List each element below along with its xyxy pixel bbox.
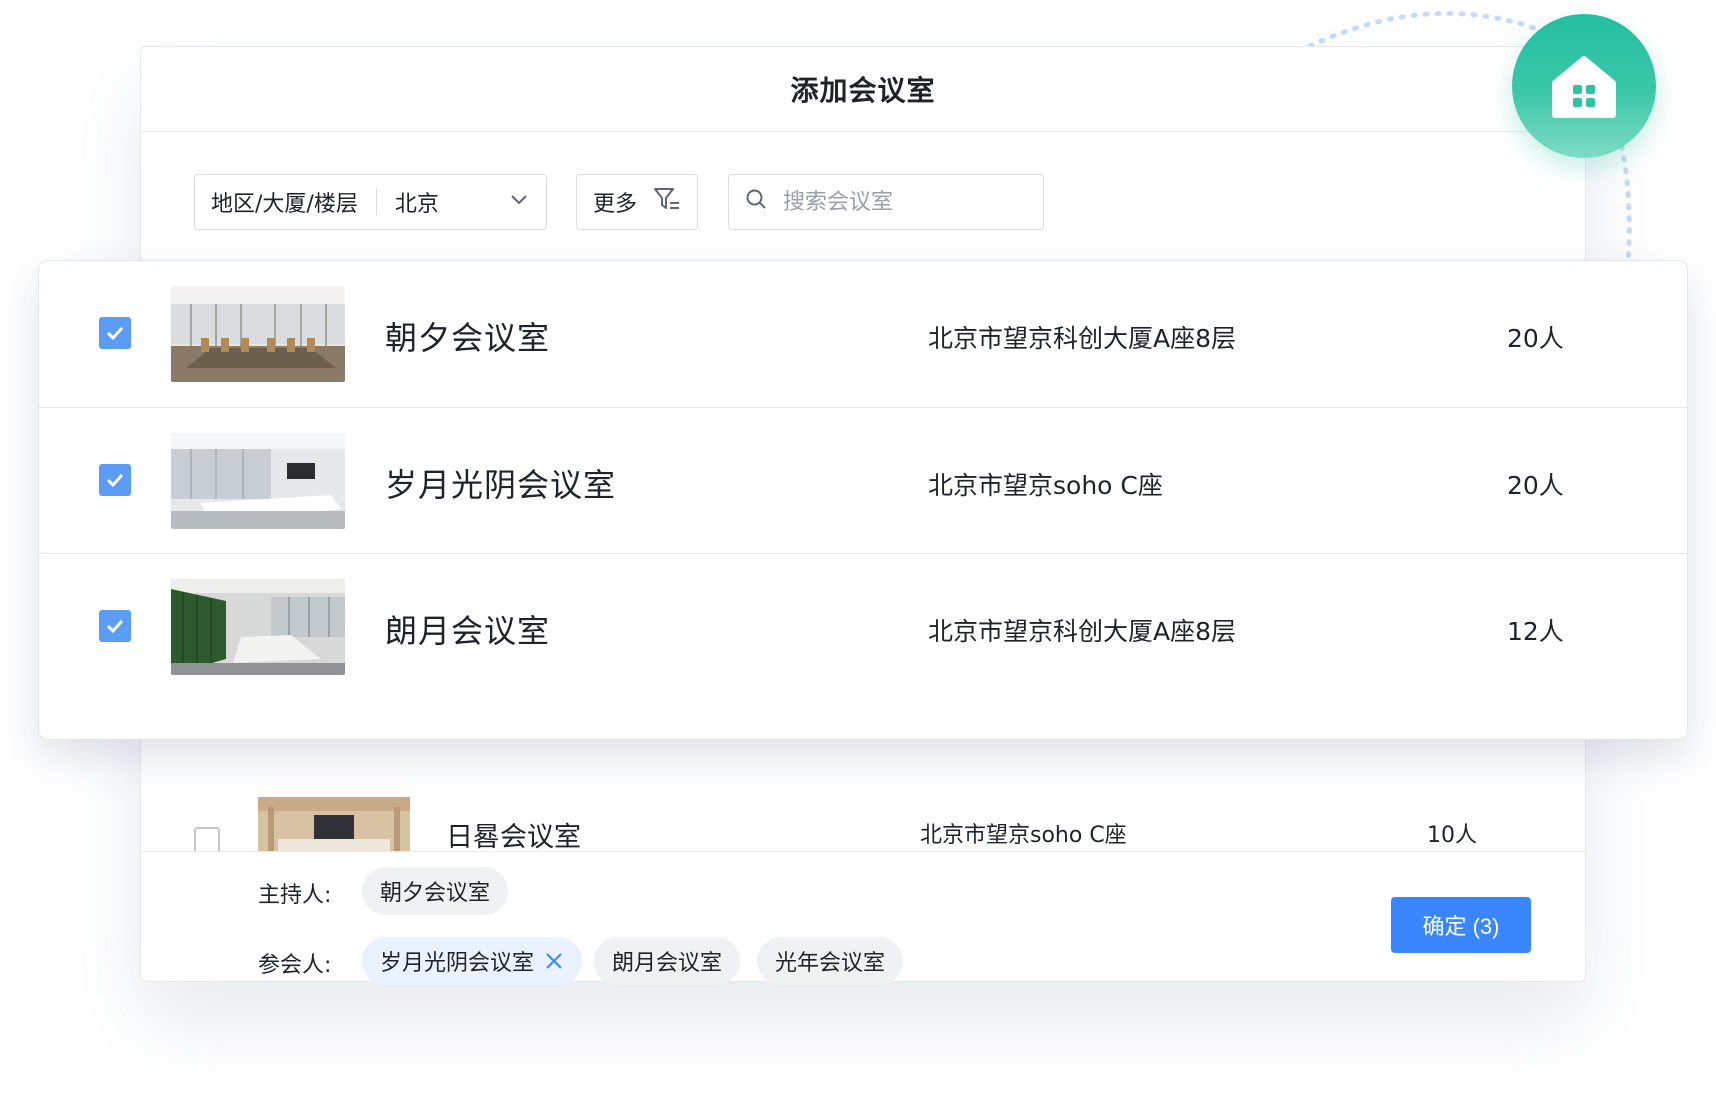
region-select-label: 地区/大厦/楼层: [211, 192, 358, 217]
region-select-value: 北京: [394, 192, 439, 217]
room-capacity: 20人: [1507, 471, 1564, 500]
room-checkbox[interactable]: [194, 827, 220, 851]
region-select[interactable]: 地区/大厦/楼层 北京: [194, 174, 547, 230]
home-icon: [1552, 56, 1616, 118]
host-chip[interactable]: 朝夕会议室: [362, 867, 509, 915]
more-filter-button[interactable]: 更多: [576, 174, 698, 230]
dialog-title: 添加会议室: [790, 74, 936, 107]
room-thumbnail: [258, 797, 410, 851]
attendee-chip[interactable]: 光年会议室: [757, 937, 904, 985]
list-item[interactable]: 朗月会议室 北京市望京科创大厦A座8层 12人: [39, 553, 1687, 700]
list-item[interactable]: 日晷会议室 北京市望京soho C座 10人: [141, 747, 1585, 852]
region-separator: [375, 189, 377, 215]
room-capacity: 12人: [1507, 617, 1564, 646]
attendee-chip[interactable]: 朗月会议室: [594, 937, 741, 985]
host-label: 主持人:: [258, 883, 332, 908]
room-name: 朝夕会议室: [385, 319, 551, 357]
room-name: 岁月光阴会议室: [385, 466, 617, 504]
close-icon[interactable]: [544, 951, 564, 971]
room-address: 北京市望京soho C座: [920, 823, 1127, 848]
room-address: 北京市望京soho C座: [928, 471, 1163, 500]
chevron-down-icon: [508, 188, 530, 216]
room-thumbnail: [171, 433, 345, 529]
room-capacity: 20人: [1507, 324, 1564, 353]
room-thumbnail: [171, 286, 345, 382]
check-icon: [106, 619, 124, 634]
list-item[interactable]: 朝夕会议室 北京市望京科创大厦A座8层 20人: [39, 261, 1687, 407]
check-icon: [106, 473, 124, 488]
attendee-chip[interactable]: 岁月光阴会议室: [362, 937, 583, 985]
selected-rooms-list: 朝夕会议室 北京市望京科创大厦A座8层 20人 岁月光阴会议室 北京市望京soh…: [38, 260, 1688, 740]
search-input[interactable]: [781, 188, 1015, 216]
room-name: 朗月会议室: [385, 612, 551, 650]
room-address: 北京市望京科创大厦A座8层: [928, 617, 1237, 646]
room-address: 北京市望京科创大厦A座8层: [928, 324, 1237, 353]
room-checkbox[interactable]: [99, 317, 131, 349]
room-capacity: 10人: [1427, 823, 1477, 848]
confirm-button[interactable]: 确定 (3): [1391, 897, 1531, 953]
attendee-chip-label: 岁月光阴会议室: [380, 951, 535, 976]
room-checkbox[interactable]: [99, 610, 131, 642]
search-icon: [745, 188, 767, 216]
filter-icon: [653, 186, 681, 218]
room-thumbnail: [171, 579, 345, 675]
list-item[interactable]: 岁月光阴会议室 北京市望京soho C座 20人: [39, 407, 1687, 554]
more-filter-label: 更多: [593, 192, 638, 217]
room-checkbox[interactable]: [99, 464, 131, 496]
home-badge: [1512, 14, 1656, 158]
search-field[interactable]: [728, 174, 1044, 230]
check-icon: [106, 326, 124, 341]
dialog-header: 添加会议室: [141, 47, 1585, 132]
attendee-label: 参会人:: [258, 953, 332, 978]
room-name: 日晷会议室: [446, 822, 581, 852]
